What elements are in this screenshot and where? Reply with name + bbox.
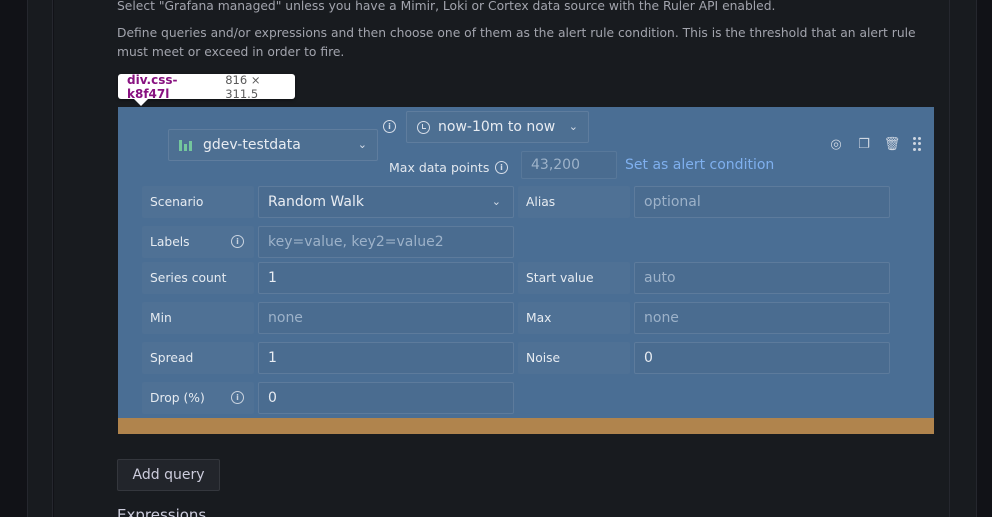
noise-label: Noise — [518, 342, 630, 374]
datasource-picker[interactable]: gdev-testdata ⌄ — [168, 129, 378, 161]
alias-label: Alias — [518, 186, 630, 218]
max-label: Max — [518, 302, 630, 334]
labels-label: Labels i — [142, 226, 254, 258]
query-row-actions: ◎ ❐ 🗑 — [829, 137, 921, 151]
series-count-input[interactable]: 1 — [258, 262, 514, 294]
help-text-queries: Define queries and/or expressions and th… — [117, 26, 916, 59]
scenario-label: Scenario — [142, 186, 254, 218]
scenario-select[interactable]: Random Walk ⌄ — [258, 186, 514, 218]
noise-input[interactable]: 0 — [634, 342, 890, 374]
tooltip-selector: div.css-k8f47l — [127, 72, 178, 101]
info-icon[interactable]: i — [231, 235, 244, 248]
time-range-value: now-10m to now — [438, 119, 556, 135]
spread-label: Spread — [142, 342, 254, 374]
info-icon[interactable]: i — [383, 120, 396, 133]
max-data-points-input[interactable]: 43,200 — [521, 151, 617, 179]
set-alert-condition-button[interactable]: Set as alert condition — [625, 157, 774, 173]
left-gutter — [0, 0, 27, 517]
left-panel-border — [27, 0, 53, 517]
series-count-label: Series count — [142, 262, 254, 294]
chevron-down-icon: ⌄ — [357, 138, 367, 151]
drop-label-text: Drop (%) — [150, 391, 205, 405]
start-value-label: Start value — [518, 262, 630, 294]
max-input[interactable]: none — [634, 302, 890, 334]
right-panel-border — [949, 0, 977, 517]
min-input[interactable]: none — [258, 302, 514, 334]
copy-icon[interactable]: ❐ — [857, 137, 871, 151]
query-editor-row: gdev-testdata ⌄ i now-10m to now ⌄ Max d… — [118, 107, 934, 418]
drop-input[interactable]: 0 — [258, 382, 514, 414]
add-query-button[interactable]: Add query — [117, 459, 220, 491]
eye-icon[interactable]: ◎ — [829, 137, 843, 151]
max-data-points-label: Max data points — [389, 160, 490, 175]
help-text-ruler: Select "Grafana managed" unless you have… — [117, 0, 776, 13]
info-icon[interactable]: i — [495, 161, 508, 174]
tooltip-dimensions: 816 × 311.5 — [225, 72, 261, 101]
time-range-picker[interactable]: now-10m to now ⌄ — [406, 111, 589, 143]
info-icon[interactable]: i — [231, 391, 244, 404]
drag-handle-icon[interactable] — [913, 137, 921, 151]
scenario-value: Random Walk — [268, 194, 364, 210]
expressions-heading: Expressions — [117, 506, 207, 517]
min-label: Min — [142, 302, 254, 334]
chevron-down-icon: ⌄ — [491, 195, 501, 208]
clock-icon — [417, 120, 430, 134]
element-margin-highlight — [118, 418, 934, 434]
trash-icon[interactable]: 🗑 — [884, 137, 901, 151]
labels-label-text: Labels — [150, 235, 190, 249]
chevron-down-icon: ⌄ — [568, 120, 578, 133]
start-value-input[interactable]: auto — [634, 262, 890, 294]
labels-input[interactable]: key=value, key2=value2 — [258, 226, 514, 258]
testdata-icon — [179, 139, 193, 151]
spread-input[interactable]: 1 — [258, 342, 514, 374]
devtools-element-tooltip: div.css-k8f47l 816 × 311.5 — [118, 72, 295, 106]
drop-label: Drop (%) i — [142, 382, 254, 414]
alias-input[interactable]: optional — [634, 186, 890, 218]
datasource-name: gdev-testdata — [203, 137, 301, 153]
right-gutter — [977, 0, 992, 517]
